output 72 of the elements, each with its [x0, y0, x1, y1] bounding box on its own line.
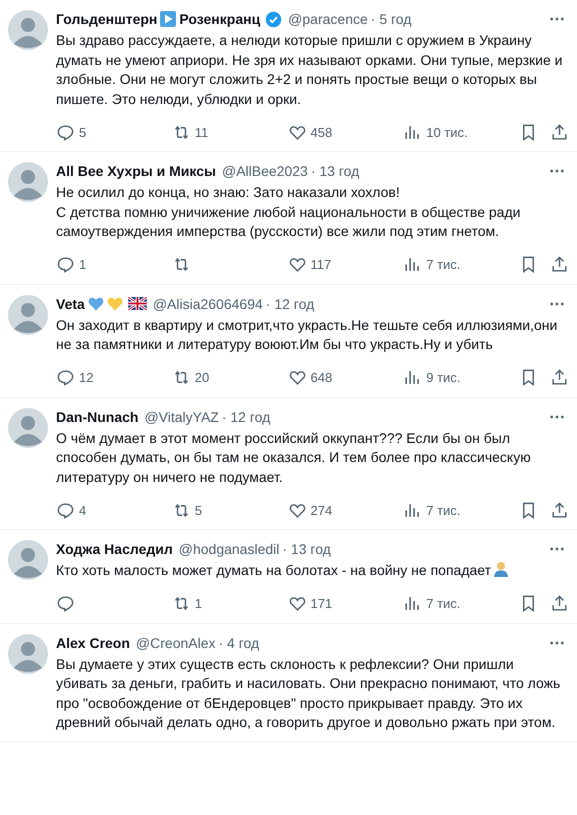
post-time[interactable]: · 13 год [310, 162, 360, 180]
reply-button[interactable]: 1 [56, 255, 172, 274]
author-name[interactable]: Alex Creon [56, 634, 130, 652]
reply-button[interactable]: 5 [56, 122, 172, 142]
author-handle[interactable]: @CreonAlex [136, 634, 216, 652]
share-icon[interactable] [550, 500, 569, 520]
post-time[interactable]: · 4 год [218, 634, 260, 652]
post-time[interactable]: · 5 год [370, 10, 412, 28]
reply-button[interactable]: 4 [56, 500, 172, 520]
author-name[interactable]: Розенкранц [179, 10, 260, 28]
speech-bubble-icon [56, 500, 75, 520]
like-button[interactable]: 274 [288, 500, 404, 520]
speech-bubble-icon [56, 368, 75, 387]
share-icon[interactable] [550, 122, 569, 142]
heart-icon [288, 594, 306, 613]
avatar[interactable] [8, 162, 48, 202]
author-handle[interactable]: @paracence [288, 10, 368, 28]
views-button[interactable]: 7 тис. [403, 594, 519, 613]
post-time[interactable]: · 13 год [282, 540, 331, 558]
more-icon[interactable] [549, 169, 565, 173]
avatar[interactable] [8, 294, 48, 334]
play-icon [160, 11, 176, 27]
like-button[interactable]: 458 [288, 122, 404, 142]
speech-bubble-icon [56, 594, 75, 613]
repost-button[interactable]: 20 [172, 368, 288, 387]
post-text: Кто хоть малость может думать на болотах - на войну не попадает [56, 561, 569, 580]
post-text: Не осилил до конца, но знаю: Зато наказали хохлов! С детства помню уничижение любой национальности в обществе ради самоутверждения имперства (русскости) все жили под этим гнетом. [56, 183, 522, 241]
like-button[interactable]: 648 [288, 368, 404, 387]
post-time[interactable]: · 12 год [266, 294, 314, 312]
author-name[interactable]: Ходжа Наследил [56, 540, 173, 558]
reply-post[interactable]: Veta @Alisia26064694 · 12 год Он заходит в квартиру и смотрит,что украсть.Не тешьте себя иллюзиями,они не за памятники и литературу воюют.Им бы что украсть.Ну и убить 12 20 648 9 тис. [0, 284, 577, 398]
views-button[interactable]: 9 тис. [403, 368, 519, 387]
views-button[interactable]: 7 тис. [403, 500, 519, 520]
more-icon[interactable] [549, 17, 565, 21]
share-icon[interactable] [550, 255, 569, 274]
avatar[interactable] [8, 634, 48, 674]
speech-bubble-icon [56, 122, 75, 142]
more-icon[interactable] [549, 640, 565, 644]
more-icon[interactable] [549, 547, 565, 551]
like-button[interactable]: 171 [288, 594, 404, 613]
like-button[interactable]: 117 [288, 255, 404, 274]
repost-button[interactable]: 11 [172, 122, 288, 142]
heart-icon [288, 255, 306, 274]
heart-icon [288, 368, 306, 387]
post-text: Он заходит в квартиру и смотрит,что украсть.Не тешьте себя иллюзиями,они не за памятники и литературу воюют.Им бы что украсть.Ну и убить [56, 316, 558, 354]
author-name[interactable]: All Bee Хухры и Миксы [56, 162, 216, 180]
post-text: Вы здраво рассуждаете, а нелюди которые пришли с оружием в Украину думать не умеют априори. Не зря их называют орками. Они тупые, мерзкие и злобные. Они не могут сложить 2+2 и понять простые вещи о которых вы пишете. Это нелюди, ублюдки и орки. [56, 31, 564, 109]
reply-button[interactable]: 12 [56, 368, 172, 387]
more-icon[interactable] [549, 414, 565, 418]
author-handle[interactable]: @VitalyYAZ [144, 408, 219, 426]
flag-icon [128, 297, 147, 310]
author-handle[interactable]: @Alisia26064694 [152, 294, 263, 312]
repost-button[interactable]: 5 [172, 500, 288, 520]
views-button[interactable]: 10 тис. [403, 122, 519, 142]
share-icon[interactable] [550, 594, 569, 613]
author-name[interactable]: Veta [56, 294, 85, 312]
more-icon[interactable] [549, 302, 565, 306]
share-icon[interactable] [550, 368, 569, 387]
author-handle[interactable]: @hodganasledil [178, 540, 280, 558]
speech-bubble-icon [56, 255, 75, 274]
author-handle[interactable]: @AllBee2023 [222, 162, 308, 180]
post-text: Вы думаете у этих существ есть склоность к рефлексии? Они пришли убивать за деньги, грабить и насиловать. Они прекрасно понимают, что ложь про "освобождение от бЕндеровцев" просто прикрывает правду. Это их древний обычай делать одно, а говорить другое и довольно ржать при этом. [56, 654, 562, 732]
views-button[interactable]: 7 тис. [403, 255, 519, 274]
repost-button[interactable]: 1 [172, 594, 288, 613]
reply-post[interactable]: Ходжа Наследил @hodganasledil · 13 год Кто хоть малость может думать на болотах - на войну не попадает 1 171 7 тис. [0, 530, 577, 624]
avatar[interactable] [8, 540, 48, 580]
avatar[interactable] [8, 10, 48, 50]
post-time[interactable]: · 12 год [222, 408, 270, 426]
author-name[interactable]: Dan-Nunach [56, 408, 138, 426]
author-name[interactable]: Гольденштерн [56, 10, 158, 28]
avatar[interactable] [8, 408, 48, 448]
post-text: О чём думает в этот момент российский оккупант??? Если бы он был способен думать, он бы там не оказался. И тем более про классическую литературу он ничего не подумает. [56, 428, 532, 487]
